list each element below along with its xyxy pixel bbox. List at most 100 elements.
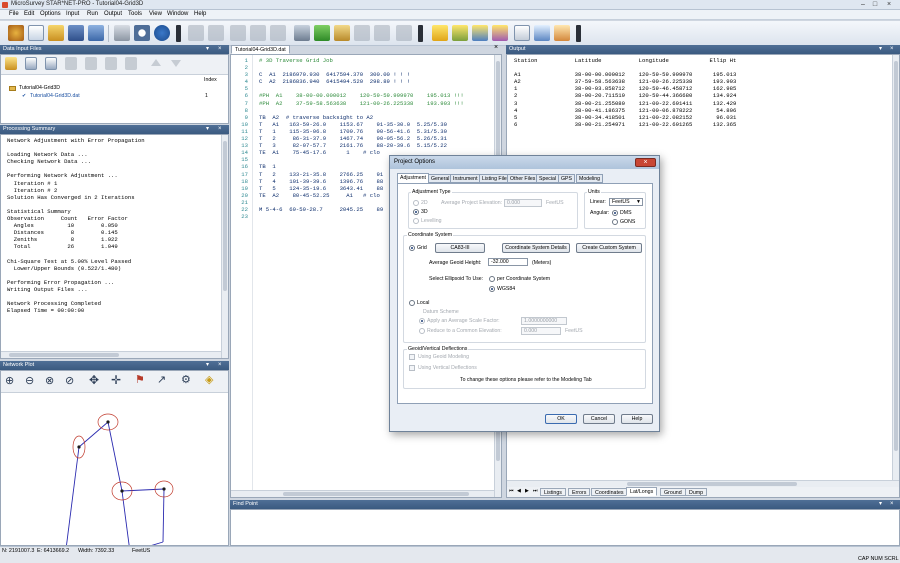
menu-input[interactable]: Input [66, 11, 79, 17]
tab-next-icon[interactable]: ▶ [525, 488, 529, 494]
radio-dms[interactable] [612, 210, 618, 216]
pan-icon[interactable]: ✥ [89, 373, 99, 387]
find-point-icon[interactable]: ⚑ [135, 373, 145, 386]
panel-close-icon[interactable]: × [218, 361, 222, 370]
horizontal-scrollbar[interactable] [1, 351, 221, 358]
tab-last-icon[interactable]: ⏭ [533, 488, 538, 495]
radio-2d[interactable] [413, 200, 419, 206]
horizontal-scrollbar[interactable] [231, 490, 494, 497]
blunder-detect-icon[interactable] [472, 25, 488, 41]
pin-icon[interactable]: ▾ [206, 361, 209, 370]
view-listing-icon[interactable] [514, 25, 530, 41]
tab-errors[interactable]: Errors [568, 488, 591, 496]
editor-tab[interactable]: Tutorial04-Grid3D.dat [231, 45, 290, 54]
properties-icon[interactable] [85, 57, 97, 70]
adjust-network-icon[interactable] [432, 25, 448, 41]
clear-icon[interactable] [396, 25, 412, 41]
pin-icon[interactable]: ▾ [206, 125, 209, 134]
layers-icon[interactable]: ◈ [205, 373, 213, 386]
new-file-icon[interactable] [28, 25, 44, 41]
menu-tools[interactable]: Tools [128, 11, 142, 17]
tab-listing-file[interactable]: Listing File [479, 174, 510, 183]
horizontal-scrollbar[interactable] [507, 480, 899, 487]
move-down-icon[interactable] [171, 60, 181, 67]
pin-icon[interactable]: ▾ [206, 45, 209, 54]
zoom-window-icon[interactable]: ⊘ [65, 374, 74, 387]
print-icon[interactable] [114, 25, 130, 41]
tab-prev-icon[interactable]: ◀ [517, 488, 521, 494]
find-icon[interactable] [294, 25, 310, 41]
print-preview-icon[interactable] [134, 25, 150, 41]
cancel-button[interactable]: Cancel [583, 414, 615, 424]
ok-button[interactable]: OK [545, 414, 577, 424]
menu-help[interactable]: Help [194, 11, 206, 17]
tab-first-icon[interactable]: ⏮ [509, 488, 514, 495]
maximize-icon[interactable]: □ [870, 1, 880, 9]
move-up-icon[interactable] [151, 59, 161, 66]
data-check-icon[interactable] [452, 25, 468, 41]
remove-file-icon[interactable] [65, 57, 77, 70]
chk-geoid-modeling[interactable] [409, 354, 415, 360]
linear-units-select[interactable]: FeetUS ▼ [609, 198, 643, 206]
coordinate-system-details-button[interactable]: Coordinate System Details [502, 243, 570, 253]
run-icon[interactable] [314, 25, 330, 41]
disable-icon[interactable] [105, 57, 117, 70]
data-file-tree-item[interactable]: Tutorial04-Grid3D.dat [30, 93, 80, 99]
avg-elevation-input[interactable]: 0.000 [504, 199, 542, 207]
vertical-scrollbar[interactable] [221, 135, 228, 358]
paste-icon[interactable] [270, 25, 286, 41]
menu-view[interactable]: View [149, 11, 162, 17]
edit-input-icon[interactable] [334, 25, 350, 41]
tab-modeling[interactable]: Modeling [576, 174, 604, 183]
help-button[interactable]: Help [621, 414, 653, 424]
undo-icon[interactable] [188, 25, 204, 41]
help-icon[interactable] [154, 25, 170, 41]
common-elevation-input[interactable]: 0.000 [521, 327, 561, 335]
tab-dump[interactable]: Dump [685, 488, 708, 496]
tab-general[interactable]: General [428, 174, 453, 183]
view-errors-icon[interactable] [554, 25, 570, 41]
menu-options[interactable]: Options [40, 11, 61, 17]
menu-edit[interactable]: Edit [24, 11, 34, 17]
panel-close-icon[interactable]: × [218, 125, 222, 134]
radio-levelling[interactable] [413, 218, 419, 224]
prev-error-icon[interactable] [354, 25, 370, 41]
save-all-icon[interactable] [88, 25, 104, 41]
tab-listings[interactable]: Listings [540, 488, 566, 496]
radio-per-coordinate-system[interactable] [489, 276, 495, 282]
radio-gons[interactable] [612, 219, 618, 225]
edit-file-icon[interactable] [45, 57, 57, 70]
scale-factor-input[interactable]: 1.0000000000 [521, 317, 567, 325]
next-error-icon[interactable] [374, 25, 390, 41]
tab-special[interactable]: Special [536, 174, 560, 183]
tab-gps[interactable]: GPS [558, 174, 575, 183]
insert-file-icon[interactable] [25, 57, 37, 70]
radio-grid[interactable] [409, 245, 415, 251]
new-project-icon[interactable] [8, 25, 24, 41]
panel-close-icon[interactable]: × [890, 45, 894, 54]
panel-close-icon[interactable]: × [890, 500, 894, 509]
close-icon[interactable]: × [884, 1, 894, 9]
editor-close-icon[interactable]: × [494, 44, 498, 51]
minimize-icon[interactable]: – [858, 1, 868, 9]
add-file-icon[interactable] [5, 57, 17, 70]
zoom-extents-icon[interactable]: ⊗ [45, 374, 54, 387]
pin-icon[interactable]: ▾ [879, 500, 882, 509]
view-plot-icon[interactable] [534, 25, 550, 41]
tab-instrument[interactable]: Instrument [450, 174, 481, 183]
menu-output[interactable]: Output [104, 11, 122, 17]
radio-common-elevation[interactable] [419, 328, 425, 334]
dialog-close-icon[interactable]: × [635, 158, 656, 167]
copy-icon[interactable] [250, 25, 266, 41]
inverse-icon[interactable]: ↗ [157, 373, 166, 386]
project-tree-item[interactable]: Tutorial04-Grid3D [19, 85, 60, 91]
radio-wgs84[interactable] [489, 286, 495, 292]
find-point-panel[interactable] [230, 509, 900, 546]
properties-icon[interactable]: ⚙ [181, 373, 191, 386]
panel-close-icon[interactable]: × [218, 45, 222, 54]
menu-file[interactable]: File [9, 11, 19, 17]
redo-icon[interactable] [208, 25, 224, 41]
tab-latlongs[interactable]: Lat/Longs [626, 487, 658, 496]
cut-icon[interactable] [230, 25, 246, 41]
checkbox-checked-icon[interactable]: ✔ [22, 93, 26, 99]
